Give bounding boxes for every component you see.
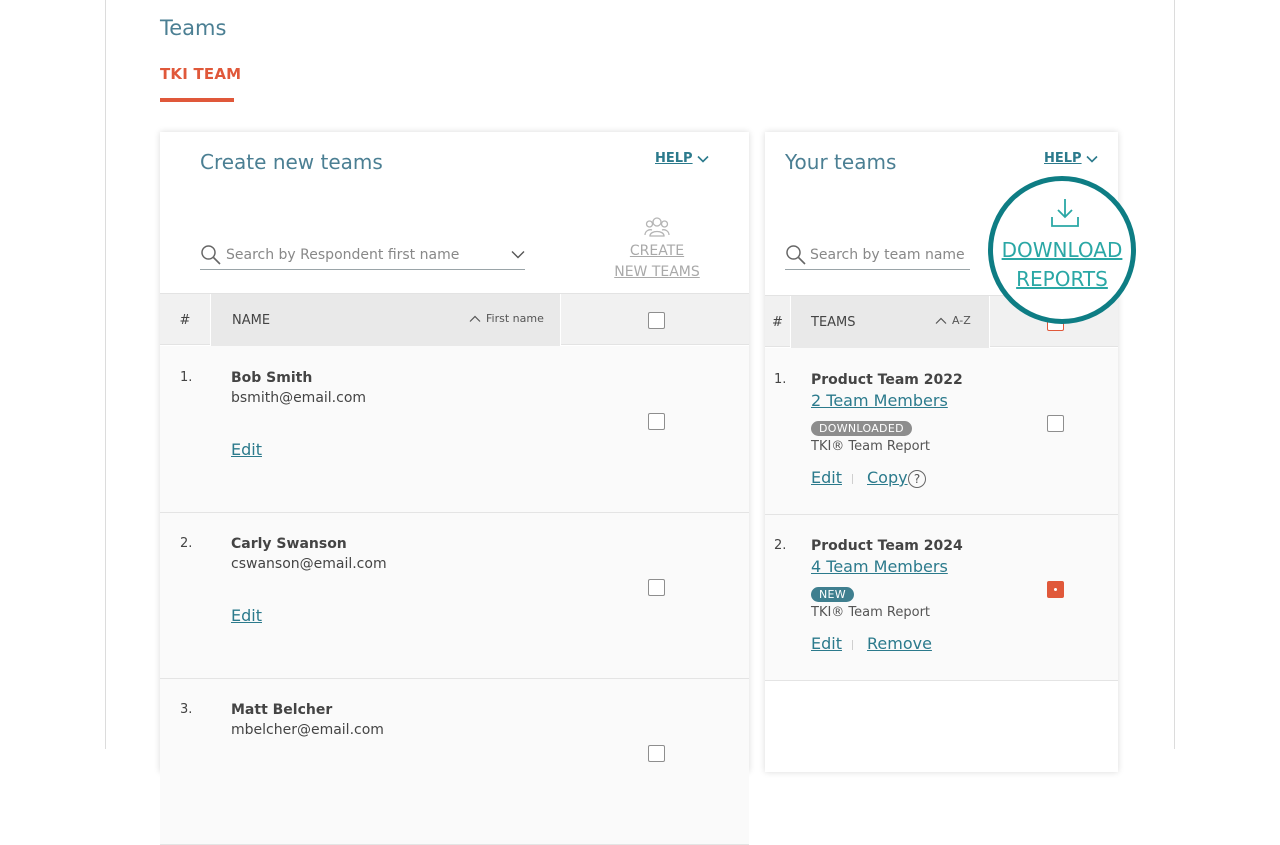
create-teams-panel: Create new teams HELP CREATE NEW TEAMS #… [160, 132, 749, 845]
people-group-icon [644, 217, 670, 237]
col-name: NAME First name [211, 294, 561, 346]
col-select [561, 294, 749, 346]
row-number: 2. [774, 538, 787, 553]
respondent-email: mbelcher@email.com [231, 722, 384, 738]
col-num: # [765, 296, 791, 348]
report-name: TKI® Team Report [811, 439, 931, 454]
team-search-input[interactable] [810, 246, 970, 263]
help-label: HELP [655, 151, 693, 166]
select-all-checkbox[interactable] [648, 312, 665, 329]
active-tab-indicator [160, 98, 234, 102]
row-checkbox[interactable] [648, 745, 665, 762]
respondent-email: bsmith@email.com [231, 390, 367, 406]
chevron-up-icon [935, 317, 947, 324]
create-line1: CREATE [629, 243, 685, 259]
row-checkbox[interactable] [648, 413, 665, 430]
create-teams-table-header: # NAME First name [160, 293, 749, 346]
report-name: TKI® Team Report [811, 605, 931, 620]
download-reports-button[interactable]: DOWNLOAD REPORTS [988, 176, 1136, 324]
sort-a-z[interactable]: A-Z [935, 314, 971, 327]
chevron-down-icon[interactable] [511, 250, 525, 259]
respondent-search-input[interactable] [226, 246, 507, 263]
col-teams-label: TEAMS [811, 314, 856, 330]
sort-label: A-Z [952, 314, 971, 327]
help-label: HELP [1044, 151, 1082, 166]
your-teams-help[interactable]: HELP [1044, 151, 1098, 166]
status-badge: DOWNLOADED [811, 421, 912, 436]
row-checkbox[interactable] [1047, 415, 1064, 432]
download-line2: REPORTS [1016, 267, 1108, 291]
edit-link[interactable]: Edit [811, 468, 842, 487]
respondent-email: cswanson@email.com [231, 556, 387, 572]
respondent-name: Matt Belcher [231, 702, 333, 718]
row-number: 1. [180, 370, 193, 385]
row-number: 1. [774, 372, 787, 387]
col-teams: TEAMS A-Z [791, 296, 990, 348]
chevron-up-icon [469, 315, 481, 322]
page-title: Teams [160, 16, 227, 40]
download-line1: DOWNLOAD [1001, 238, 1123, 262]
copy-link[interactable]: Copy [867, 468, 908, 487]
table-row: 2. Carly Swanson cswanson@email.com Edit [160, 513, 749, 679]
table-row: 3. Matt Belcher mbelcher@email.com [160, 679, 749, 845]
col-name-label: NAME [232, 312, 271, 328]
tab-tki-team[interactable]: TKI TEAM [160, 65, 241, 83]
sort-first-name[interactable]: First name [469, 312, 544, 325]
download-icon [1051, 199, 1079, 227]
respondent-search [200, 240, 525, 270]
remove-link[interactable]: Remove [867, 634, 932, 653]
search-icon [786, 244, 806, 265]
table-row: 1. Product Team 2022 2 Team Members DOWN… [765, 348, 1118, 515]
team-members-link[interactable]: 4 Team Members [811, 557, 948, 576]
create-teams-title: Create new teams [200, 150, 383, 174]
question-icon[interactable]: ? [908, 470, 926, 488]
status-badge: NEW [811, 587, 854, 602]
sort-label: First name [486, 312, 544, 325]
download-label: DOWNLOAD REPORTS [993, 236, 1131, 294]
respondent-name: Carly Swanson [231, 536, 347, 552]
team-name: Product Team 2024 [811, 538, 963, 554]
action-divider [852, 474, 853, 484]
team-search [785, 240, 970, 270]
chevron-down-icon [697, 155, 709, 163]
search-icon [201, 244, 221, 265]
col-num: # [160, 294, 211, 346]
table-row: 2. Product Team 2024 4 Team Members NEW … [765, 515, 1118, 681]
create-teams-help[interactable]: HELP [655, 151, 709, 166]
row-checkbox[interactable] [648, 579, 665, 596]
your-teams-title: Your teams [785, 150, 897, 174]
action-divider [852, 640, 853, 650]
create-new-teams-button[interactable]: CREATE NEW TEAMS [605, 216, 709, 283]
chevron-down-icon [1086, 155, 1098, 163]
row-number: 3. [180, 702, 193, 717]
row-checkbox[interactable] [1047, 581, 1064, 598]
team-members-link[interactable]: 2 Team Members [811, 391, 948, 410]
team-name: Product Team 2022 [811, 372, 963, 388]
edit-link[interactable]: Edit [811, 634, 842, 653]
row-number: 2. [180, 536, 193, 551]
respondent-name: Bob Smith [231, 370, 313, 386]
edit-link[interactable]: Edit [231, 606, 262, 625]
create-line2: NEW TEAMS [614, 264, 700, 280]
edit-link[interactable]: Edit [231, 440, 262, 459]
table-row: 1. Bob Smith bsmith@email.com Edit [160, 346, 749, 513]
